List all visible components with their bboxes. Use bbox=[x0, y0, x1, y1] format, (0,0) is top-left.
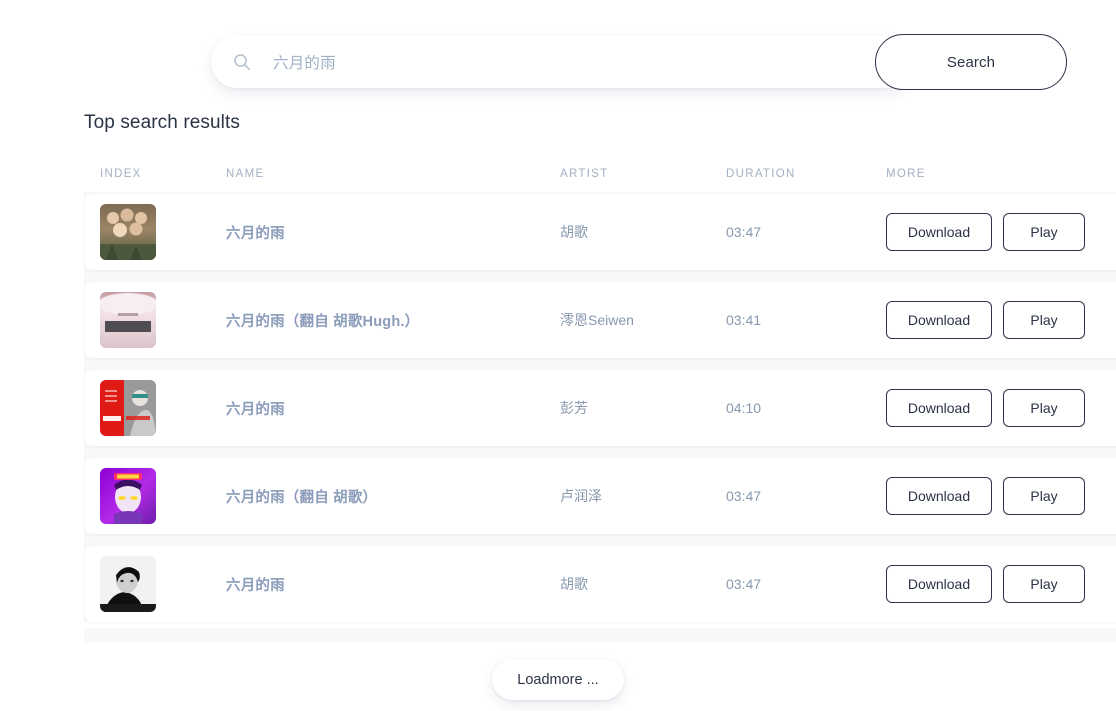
album-art-cell bbox=[100, 556, 226, 612]
album-art-vintage-group-icon bbox=[100, 204, 156, 260]
track-name[interactable]: 六月的雨（翻自 胡歌Hugh.） bbox=[226, 310, 560, 331]
table-row[interactable]: 六月的雨 彭芳 04:10 Download Play bbox=[84, 370, 1116, 446]
row-actions: Download Play bbox=[886, 477, 1116, 515]
artist-name: 彭芳 bbox=[560, 400, 588, 416]
table-bottom-spacer bbox=[84, 628, 1116, 642]
album-art-red-beauty-icon bbox=[100, 380, 156, 436]
album-art-pink-text-icon bbox=[100, 292, 156, 348]
table-header-row: INDEX NAME ARTIST DURATION MORE bbox=[84, 156, 1116, 192]
track-duration: 03:47 bbox=[726, 576, 762, 592]
column-header-name: NAME bbox=[226, 168, 265, 180]
download-button[interactable]: Download bbox=[886, 565, 992, 603]
track-duration: 04:10 bbox=[726, 400, 762, 416]
album-art-cell bbox=[100, 292, 226, 348]
track-duration: 03:47 bbox=[726, 488, 762, 504]
loadmore-button[interactable]: Loadmore ... bbox=[492, 659, 624, 700]
album-art-cell bbox=[100, 380, 226, 436]
track-name[interactable]: 六月的雨 bbox=[226, 222, 560, 243]
artist-name: 胡歌 bbox=[560, 576, 588, 592]
row-actions: Download Play bbox=[886, 301, 1116, 339]
play-button[interactable]: Play bbox=[1003, 301, 1085, 339]
track-duration: 03:47 bbox=[726, 224, 762, 240]
play-button[interactable]: Play bbox=[1003, 477, 1085, 515]
table-body: 六月的雨 胡歌 03:47 Download Play 六月的雨（翻自 胡歌Hu… bbox=[84, 192, 1116, 622]
track-name[interactable]: 六月的雨（翻自 胡歌） bbox=[226, 486, 560, 507]
play-button[interactable]: Play bbox=[1003, 565, 1085, 603]
search-input[interactable] bbox=[273, 36, 891, 88]
table-row[interactable]: 六月的雨 胡歌 03:47 Download Play bbox=[84, 194, 1116, 270]
results-table: INDEX NAME ARTIST DURATION MORE 六月的雨 胡歌 … bbox=[84, 156, 1116, 622]
column-header-duration: DURATION bbox=[726, 168, 796, 180]
album-art-cell bbox=[100, 204, 226, 260]
track-name[interactable]: 六月的雨 bbox=[226, 398, 560, 419]
search-bar: Search bbox=[211, 34, 1067, 90]
download-button[interactable]: Download bbox=[886, 389, 992, 427]
table-row[interactable]: 六月的雨（翻自 胡歌Hugh.） 澪恩Seiwen 03:41 Download… bbox=[84, 282, 1116, 358]
artist-name: 澪恩Seiwen bbox=[560, 312, 634, 328]
search-field[interactable] bbox=[211, 36, 911, 88]
page-title: Top search results bbox=[84, 112, 240, 133]
search-button[interactable]: Search bbox=[875, 34, 1067, 90]
track-name[interactable]: 六月的雨 bbox=[226, 574, 560, 595]
album-art-cell bbox=[100, 468, 226, 524]
table-row[interactable]: 六月的雨（翻自 胡歌） 卢润泽 03:47 Download Play bbox=[84, 458, 1116, 534]
loadmore-area: Loadmore ... bbox=[0, 659, 1116, 700]
search-results-page: Search Top search results INDEX NAME ART… bbox=[0, 0, 1116, 711]
artist-name: 卢润泽 bbox=[560, 488, 602, 504]
row-actions: Download Play bbox=[886, 565, 1116, 603]
column-header-index: INDEX bbox=[100, 168, 142, 180]
download-button[interactable]: Download bbox=[886, 213, 992, 251]
album-art-bw-portrait-icon bbox=[100, 556, 156, 612]
search-icon bbox=[233, 53, 251, 71]
album-art-purple-portrait-icon bbox=[100, 468, 156, 524]
row-actions: Download Play bbox=[886, 213, 1116, 251]
column-header-artist: ARTIST bbox=[560, 168, 609, 180]
column-header-more: MORE bbox=[886, 168, 926, 180]
row-actions: Download Play bbox=[886, 389, 1116, 427]
download-button[interactable]: Download bbox=[886, 301, 992, 339]
download-button[interactable]: Download bbox=[886, 477, 992, 515]
artist-name: 胡歌 bbox=[560, 224, 588, 240]
track-duration: 03:41 bbox=[726, 312, 762, 328]
play-button[interactable]: Play bbox=[1003, 213, 1085, 251]
play-button[interactable]: Play bbox=[1003, 389, 1085, 427]
table-row[interactable]: 六月的雨 胡歌 03:47 Download Play bbox=[84, 546, 1116, 622]
